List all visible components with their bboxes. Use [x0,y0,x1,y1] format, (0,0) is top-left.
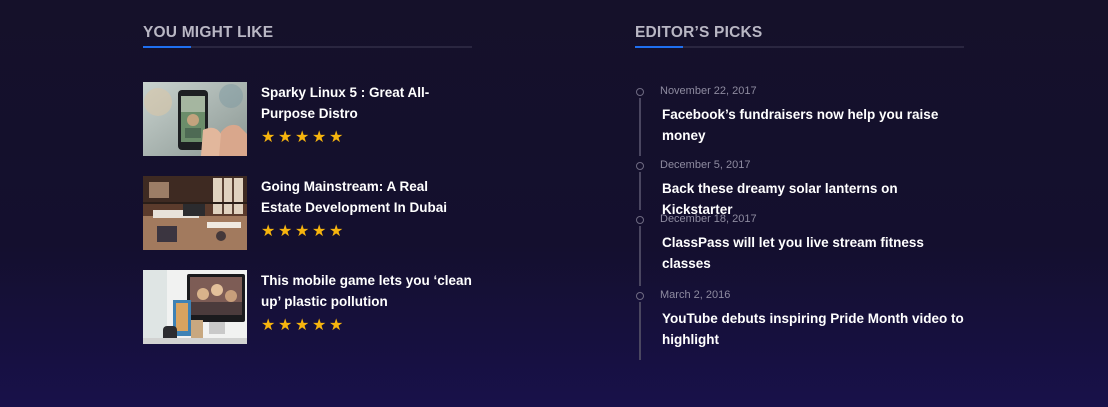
star-icon: ★ [329,129,345,146]
post-title-link[interactable]: YouTube debuts inspiring Pride Month vid… [662,308,967,350]
star-icon: ★ [278,317,294,334]
timeline-item[interactable]: December 18, 2017 ClassPass will let you… [635,212,975,288]
editors-picks-section: EDITOR’S PICKS November 22, 2017 Faceboo… [635,0,964,360]
office-interior-thumbnail[interactable] [143,176,247,250]
timeline-dot-icon [636,162,644,170]
star-icon: ★ [312,317,328,334]
post-title-link[interactable]: Facebook’s fundraisers now help you rais… [662,104,967,146]
star-icon: ★ [261,317,277,334]
timeline-item[interactable]: December 5, 2017 Back these dreamy solar… [635,158,975,217]
editors-picks-heading: EDITOR’S PICKS [635,24,763,41]
star-icon: ★ [261,223,277,240]
list-item-title[interactable]: This mobile game lets you ‘clean up’ pla… [261,270,472,312]
phone-photo-thumbnail[interactable] [143,82,247,156]
timeline-line [639,98,641,156]
desktop-computer-thumbnail[interactable] [143,270,247,344]
timeline-line [639,226,641,286]
post-title-link[interactable]: ClassPass will let you live stream fitne… [662,232,967,274]
timeline-item[interactable]: November 22, 2017 Facebook’s fundraisers… [635,84,975,158]
star-icon: ★ [329,223,345,240]
heading-accent-bar [143,46,191,48]
post-date: December 18, 2017 [660,213,757,225]
post-date: December 5, 2017 [660,159,751,171]
timeline-dot-icon [636,292,644,300]
star-icon: ★ [312,129,328,146]
list-item[interactable]: Sparky Linux 5 : Great All-Purpose Distr… [143,82,472,156]
list-item[interactable]: This mobile game lets you ‘clean up’ pla… [143,270,472,344]
star-icon: ★ [278,223,294,240]
heading-accent-bar [635,46,683,48]
list-item-title[interactable]: Sparky Linux 5 : Great All-Purpose Distr… [261,82,472,124]
star-icon: ★ [329,317,345,334]
list-item[interactable]: Going Mainstream: A Real Estate Developm… [143,176,472,250]
star-rating: ★ ★ ★ ★ ★ [261,224,346,240]
star-rating: ★ ★ ★ ★ ★ [261,318,346,334]
star-icon: ★ [312,223,328,240]
list-item-title[interactable]: Going Mainstream: A Real Estate Developm… [261,176,472,218]
editors-picks-heading-rule [635,46,964,48]
timeline-line [639,172,641,210]
you-might-like-heading: YOU MIGHT LIKE [143,24,274,41]
star-icon: ★ [295,223,311,240]
you-might-like-heading-rule [143,46,472,48]
timeline-dot-icon [636,88,644,96]
star-icon: ★ [261,129,277,146]
star-icon: ★ [295,317,311,334]
post-date: March 2, 2016 [660,289,731,301]
star-icon: ★ [295,129,311,146]
star-rating: ★ ★ ★ ★ ★ [261,130,346,146]
you-might-like-section: YOU MIGHT LIKE Sparky Linux 5: Great Al… [143,0,472,344]
timeline-item[interactable]: March 2, 2016 YouTube debuts inspiring P… [635,288,975,362]
post-date: November 22, 2017 [660,85,757,97]
timeline-line [639,302,641,360]
star-icon: ★ [278,129,294,146]
timeline-dot-icon [636,216,644,224]
